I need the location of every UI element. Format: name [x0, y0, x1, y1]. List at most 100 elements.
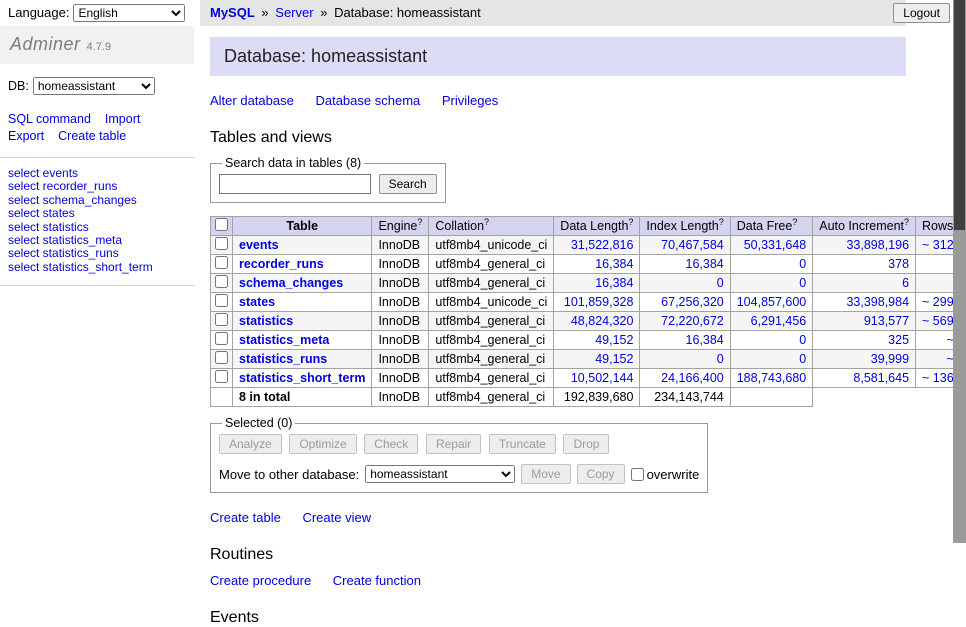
sidebar-item-select-statistics-short-term[interactable]: select statistics_short_term	[8, 261, 186, 274]
help-icon[interactable]: ?	[628, 217, 633, 227]
select-all-checkbox[interactable]	[215, 218, 228, 231]
index-length-link[interactable]: 16,384	[686, 333, 724, 347]
repair-button[interactable]: Repair	[426, 434, 481, 454]
search-button[interactable]: Search	[379, 174, 437, 194]
data-free-link[interactable]: 6,291,456	[751, 314, 807, 328]
data-free-link[interactable]: 0	[799, 333, 806, 347]
data-free-link[interactable]: 0	[799, 257, 806, 271]
table-name-link[interactable]: recorder_runs	[239, 257, 324, 271]
help-icon[interactable]: ?	[417, 217, 422, 227]
auto-increment-link[interactable]: 378	[888, 257, 909, 271]
optimize-button[interactable]: Optimize	[289, 434, 356, 454]
move-database-select[interactable]: homeassistant	[365, 465, 515, 483]
index-length-link[interactable]: 0	[717, 276, 724, 290]
data-length-link[interactable]: 49,152	[595, 333, 633, 347]
data-free-link[interactable]: 0	[799, 352, 806, 366]
row-checkbox[interactable]	[215, 370, 228, 383]
check-button[interactable]: Check	[364, 434, 418, 454]
create-table-link[interactable]: Create table	[58, 129, 126, 143]
breadcrumb-server-link[interactable]: Server	[275, 5, 313, 20]
drop-button[interactable]: Drop	[563, 434, 609, 454]
analyze-button[interactable]: Analyze	[219, 434, 282, 454]
breadcrumb-separator: »	[261, 5, 268, 20]
index-length-link[interactable]: 67,256,320	[661, 295, 724, 309]
auto-increment-link[interactable]: 325	[888, 333, 909, 347]
row-checkbox[interactable]	[215, 256, 228, 269]
help-icon[interactable]: ?	[904, 217, 909, 227]
data-length-link[interactable]: 49,152	[595, 352, 633, 366]
row-checkbox[interactable]	[215, 294, 228, 307]
create-view-link[interactable]: Create view	[302, 510, 371, 525]
auto-increment-link[interactable]: 6	[902, 276, 909, 290]
table-name-link[interactable]: statistics	[239, 314, 293, 328]
database-schema-link[interactable]: Database schema	[315, 93, 420, 108]
sidebar-item-select-recorder-runs[interactable]: select recorder_runs	[8, 180, 186, 193]
auto-increment-link[interactable]: 913,577	[864, 314, 909, 328]
index-length-link[interactable]: 16,384	[686, 257, 724, 271]
data-free-link[interactable]: 188,743,680	[737, 371, 807, 385]
sidebar-item-select-states[interactable]: select states	[8, 207, 186, 220]
copy-button[interactable]: Copy	[577, 464, 625, 484]
create-procedure-link[interactable]: Create procedure	[210, 573, 311, 588]
table-name-link[interactable]: statistics_runs	[239, 352, 327, 366]
index-length-link[interactable]: 72,220,672	[661, 314, 724, 328]
create-function-link[interactable]: Create function	[333, 573, 421, 588]
db-select[interactable]: homeassistant	[33, 77, 155, 95]
export-link[interactable]: Export	[8, 129, 44, 143]
overwrite-checkbox[interactable]	[631, 468, 644, 481]
routines-heading: Routines	[210, 546, 906, 564]
index-length-link[interactable]: 70,467,584	[661, 238, 724, 252]
table-name-link[interactable]: schema_changes	[239, 276, 343, 290]
table-name-link[interactable]: events	[239, 238, 279, 252]
vertical-scrollbar[interactable]	[953, 0, 966, 543]
row-checkbox[interactable]	[215, 332, 228, 345]
help-icon[interactable]: ?	[719, 217, 724, 227]
search-legend: Search data in tables (8)	[222, 156, 364, 170]
breadcrumb-mysql-link[interactable]: MySQL	[210, 5, 255, 20]
col-header-engine: Engine?	[372, 217, 429, 236]
row-checkbox[interactable]	[215, 313, 228, 326]
data-length-link[interactable]: 16,384	[595, 276, 633, 290]
logout-button[interactable]: Logout	[893, 3, 950, 23]
data-length-link[interactable]: 10,502,144	[571, 371, 634, 385]
table-name-link[interactable]: states	[239, 295, 275, 309]
alter-database-link[interactable]: Alter database	[210, 93, 294, 108]
search-input[interactable]	[219, 174, 371, 194]
truncate-button[interactable]: Truncate	[489, 434, 556, 454]
sidebar-item-select-statistics-runs[interactable]: select statistics_runs	[8, 247, 186, 260]
auto-increment-link[interactable]: 33,898,196	[846, 238, 909, 252]
data-free-link[interactable]: 0	[799, 276, 806, 290]
col-header-index-length: Index Length?	[640, 217, 730, 236]
create-table-link-main[interactable]: Create table	[210, 510, 281, 525]
row-checkbox[interactable]	[215, 237, 228, 250]
data-length-link[interactable]: 31,522,816	[571, 238, 634, 252]
language-select[interactable]: English	[73, 4, 185, 22]
data-length-link[interactable]: 48,824,320	[571, 314, 634, 328]
import-link[interactable]: Import	[105, 112, 140, 126]
privileges-link[interactable]: Privileges	[442, 93, 498, 108]
data-free-link[interactable]: 50,331,648	[744, 238, 807, 252]
auto-increment-link[interactable]: 8,581,645	[853, 371, 909, 385]
index-length-link[interactable]: 24,166,400	[661, 371, 724, 385]
data-length-link[interactable]: 16,384	[595, 257, 633, 271]
sidebar-item-select-statistics-meta[interactable]: select statistics_meta	[8, 234, 186, 247]
scrollbar-thumb[interactable]	[954, 0, 965, 230]
help-icon[interactable]: ?	[792, 217, 797, 227]
sidebar-item-select-events[interactable]: select events	[8, 167, 186, 180]
data-free-link[interactable]: 104,857,600	[737, 295, 807, 309]
collation-cell: utf8mb4_general_ci	[429, 274, 554, 293]
help-icon[interactable]: ?	[484, 217, 489, 227]
index-length-link[interactable]: 0	[717, 352, 724, 366]
auto-increment-link[interactable]: 39,999	[871, 352, 909, 366]
row-checkbox[interactable]	[215, 351, 228, 364]
table-name-link[interactable]: statistics_short_term	[239, 371, 365, 385]
row-checkbox[interactable]	[215, 275, 228, 288]
sidebar-item-select-statistics[interactable]: select statistics	[8, 221, 186, 234]
move-button[interactable]: Move	[521, 464, 570, 484]
data-length-link[interactable]: 101,859,328	[564, 295, 634, 309]
auto-increment-link[interactable]: 33,398,984	[846, 295, 909, 309]
sql-command-link[interactable]: SQL command	[8, 112, 91, 126]
sidebar-item-select-schema-changes[interactable]: select schema_changes	[8, 194, 186, 207]
table-name-link[interactable]: statistics_meta	[239, 333, 329, 347]
engine-cell: InnoDB	[372, 350, 429, 369]
